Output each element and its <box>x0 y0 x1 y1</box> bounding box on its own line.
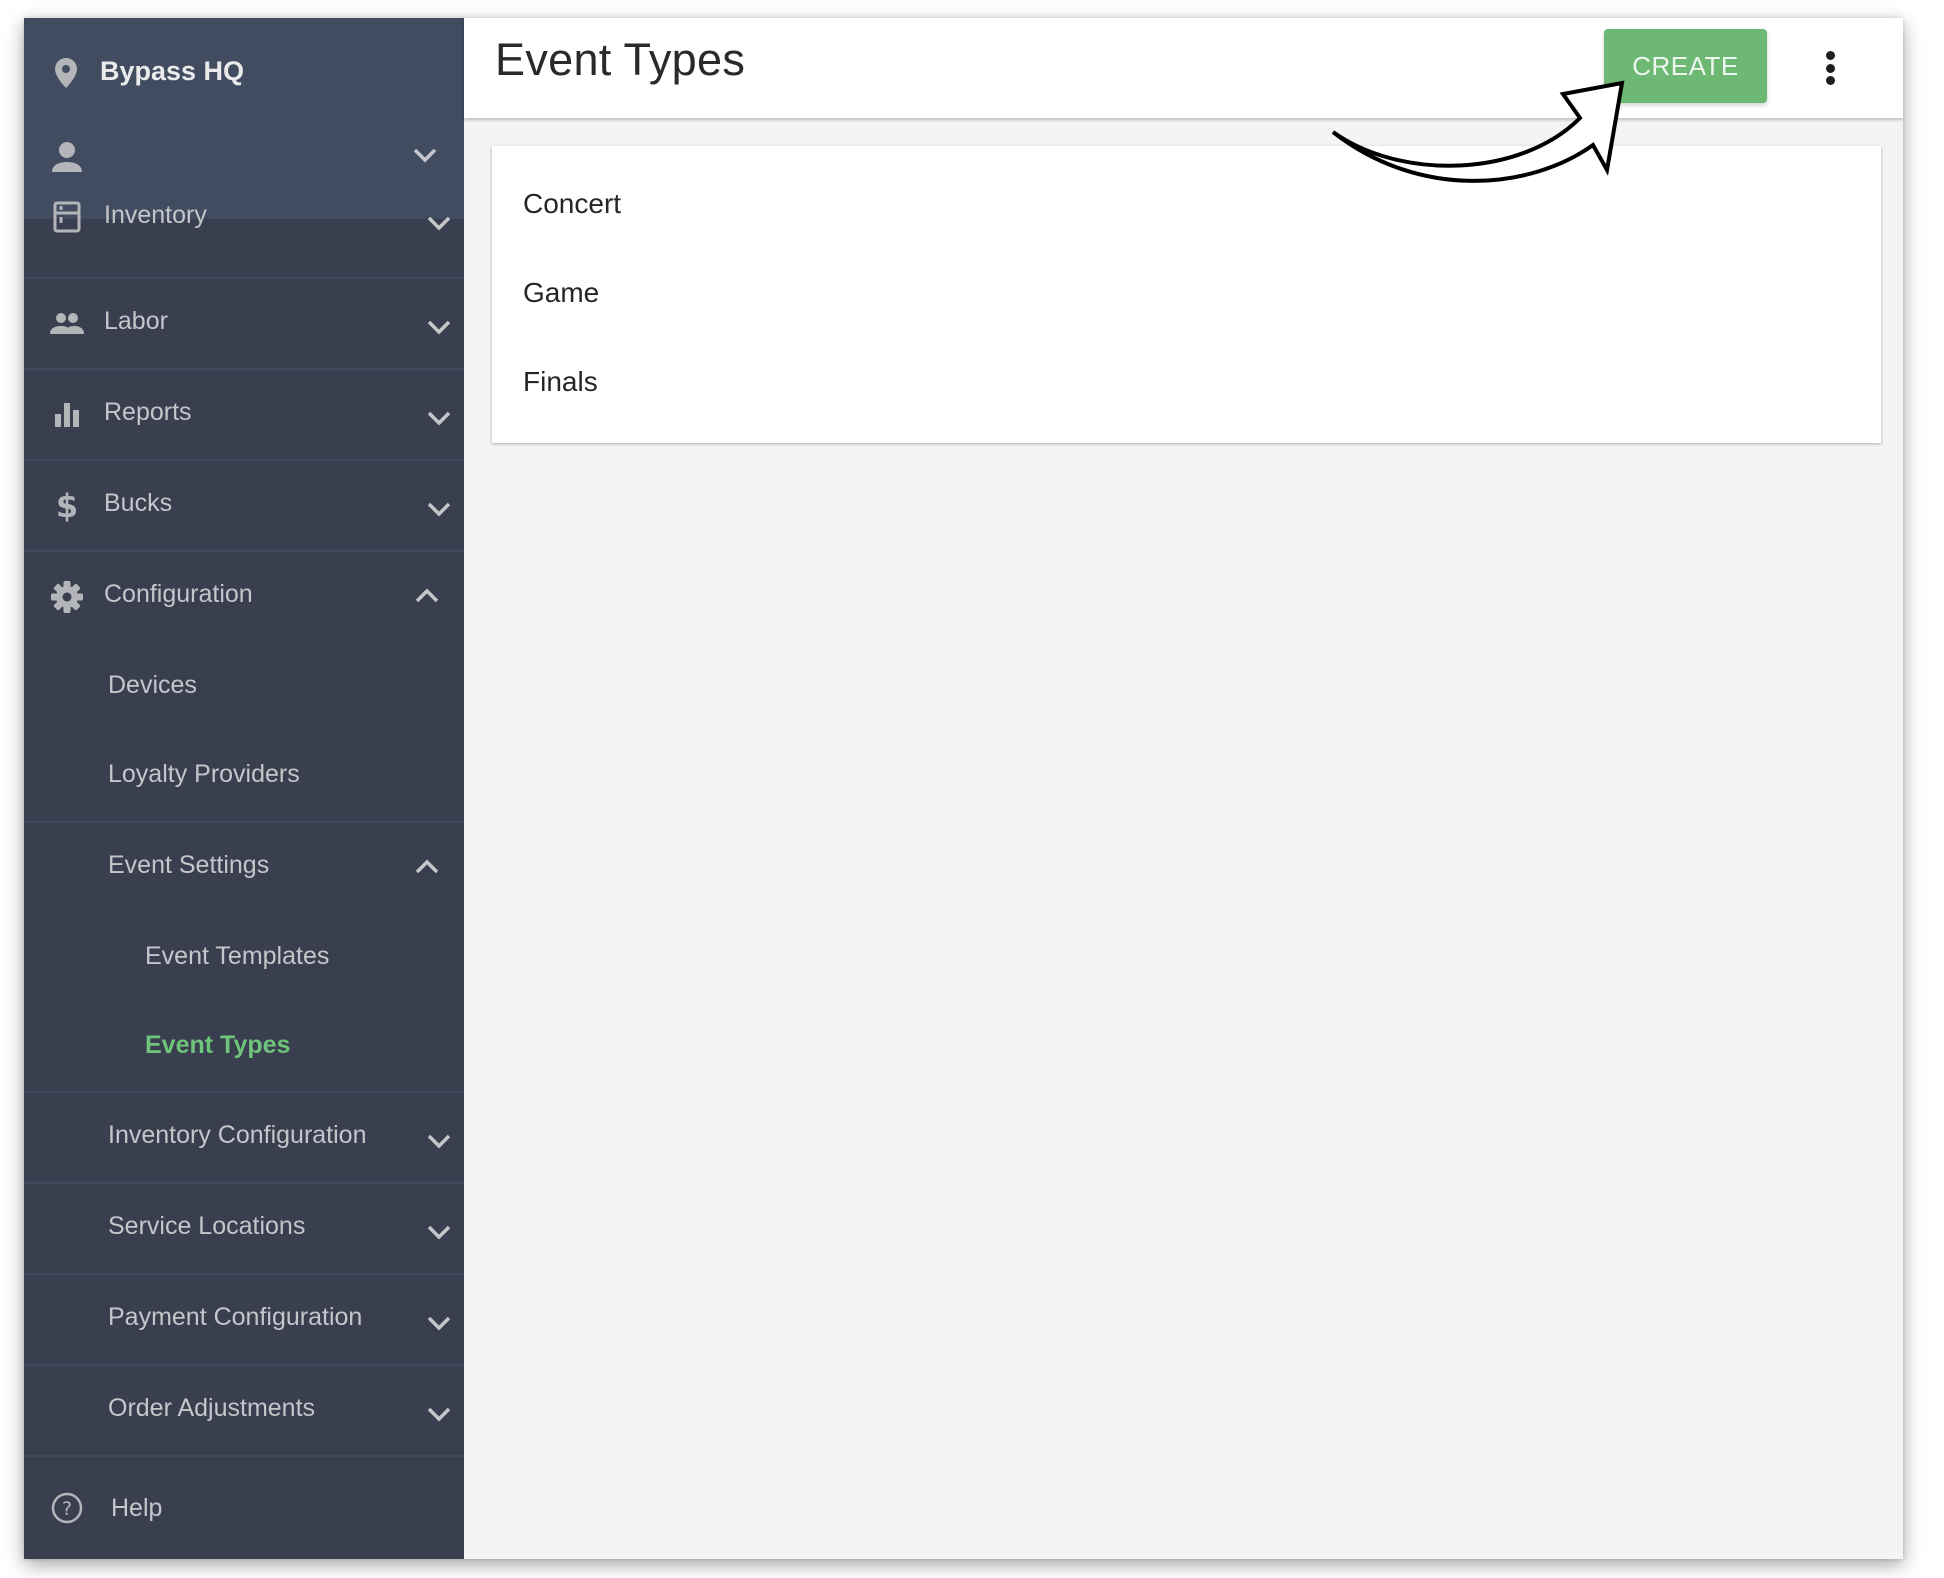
chevron-down-icon <box>427 216 451 231</box>
sidebar-item-event-templates[interactable]: Event Templates <box>24 914 464 1003</box>
sidebar-item-label: Event Templates <box>145 942 330 970</box>
page-header: Event Types CREATE <box>464 18 1903 118</box>
sidebar-item-help[interactable]: ? Help <box>24 1459 464 1559</box>
chevron-up-icon <box>415 859 439 874</box>
kebab-menu-icon <box>1825 51 1835 60</box>
svg-text:?: ? <box>62 1498 72 1520</box>
inventory-icon <box>53 201 81 233</box>
help-circle-icon: ? <box>51 1492 83 1524</box>
sidebar-item-service-locations[interactable]: Service Locations <box>24 1184 464 1275</box>
chevron-up-icon <box>415 588 439 603</box>
sidebar-item-label: Configuration <box>104 580 253 608</box>
sidebar-item-bucks[interactable]: $ Bucks <box>24 461 464 552</box>
chevron-down-icon <box>427 502 451 517</box>
sidebar-item-label: Service Locations <box>108 1212 306 1240</box>
list-item[interactable]: Game <box>492 249 1881 338</box>
chevron-down-icon <box>427 1407 451 1422</box>
list-item[interactable]: Finals <box>492 338 1881 427</box>
page-title: Event Types <box>495 34 746 85</box>
chevron-down-icon <box>427 320 451 335</box>
svg-text:$: $ <box>56 489 78 523</box>
sidebar-item-label: Bucks <box>104 489 173 517</box>
event-type-name: Game <box>523 277 600 308</box>
sidebar-item-label: Event Types <box>145 1031 291 1059</box>
sidebar-item-label: Event Settings <box>108 851 270 879</box>
sidebar-item-label: Reports <box>104 398 192 426</box>
kebab-menu-icon <box>1825 76 1835 85</box>
bar-chart-icon <box>55 403 79 427</box>
chevron-down-icon <box>413 148 437 163</box>
list-item[interactable]: Concert <box>492 160 1881 249</box>
sidebar-item-label: Payment Configuration <box>108 1303 363 1331</box>
kebab-menu-icon <box>1825 63 1835 73</box>
sidebar-item-order-adjustments[interactable]: Order Adjustments <box>24 1366 464 1457</box>
sidebar-item-label: Order Adjustments <box>108 1394 316 1422</box>
sidebar-item-inventory-configuration[interactable]: Inventory Configuration <box>24 1093 464 1184</box>
app-window: Bypass HQ Inventory Labor Reports $ Buck… <box>24 18 1903 1559</box>
person-icon <box>52 142 82 172</box>
sidebar-item-payment-configuration[interactable]: Payment Configuration <box>24 1275 464 1366</box>
event-types-list: Concert Game Finals <box>492 146 1881 443</box>
sidebar-item-label: Devices <box>108 671 197 699</box>
location-pin-icon <box>55 58 77 88</box>
event-type-name: Finals <box>523 366 598 397</box>
sidebar-item-label: Inventory <box>104 201 207 229</box>
create-button[interactable]: CREATE <box>1604 29 1767 103</box>
sidebar: Bypass HQ Inventory Labor Reports $ Buck… <box>24 18 464 1559</box>
gear-icon <box>51 581 83 613</box>
sidebar-item-inventory[interactable]: Inventory <box>24 188 464 279</box>
sidebar-item-labor[interactable]: Labor <box>24 279 464 370</box>
sidebar-item-label: Inventory Configuration <box>108 1121 367 1149</box>
chevron-down-icon <box>427 1134 451 1149</box>
event-type-name: Concert <box>523 188 622 219</box>
help-label: Help <box>111 1494 163 1522</box>
chevron-down-icon <box>427 411 451 426</box>
people-icon <box>50 313 84 334</box>
chevron-down-icon <box>427 1316 451 1331</box>
venue-name: Bypass HQ <box>100 56 245 86</box>
sidebar-item-reports[interactable]: Reports <box>24 370 464 461</box>
sidebar-item-label: Labor <box>104 307 168 335</box>
sidebar-item-event-settings[interactable]: Event Settings <box>24 823 464 914</box>
user-menu[interactable] <box>24 131 464 185</box>
sidebar-item-event-types[interactable]: Event Types <box>24 1003 464 1093</box>
dollar-icon: $ <box>56 489 78 523</box>
sidebar-item-label: Loyalty Providers <box>108 760 300 788</box>
sidebar-item-devices[interactable]: Devices <box>24 643 464 732</box>
sidebar-item-configuration[interactable]: Configuration <box>24 552 464 643</box>
more-options-button[interactable] <box>1817 45 1843 91</box>
sidebar-item-loyalty-providers[interactable]: Loyalty Providers <box>24 732 464 823</box>
chevron-down-icon <box>427 1225 451 1240</box>
